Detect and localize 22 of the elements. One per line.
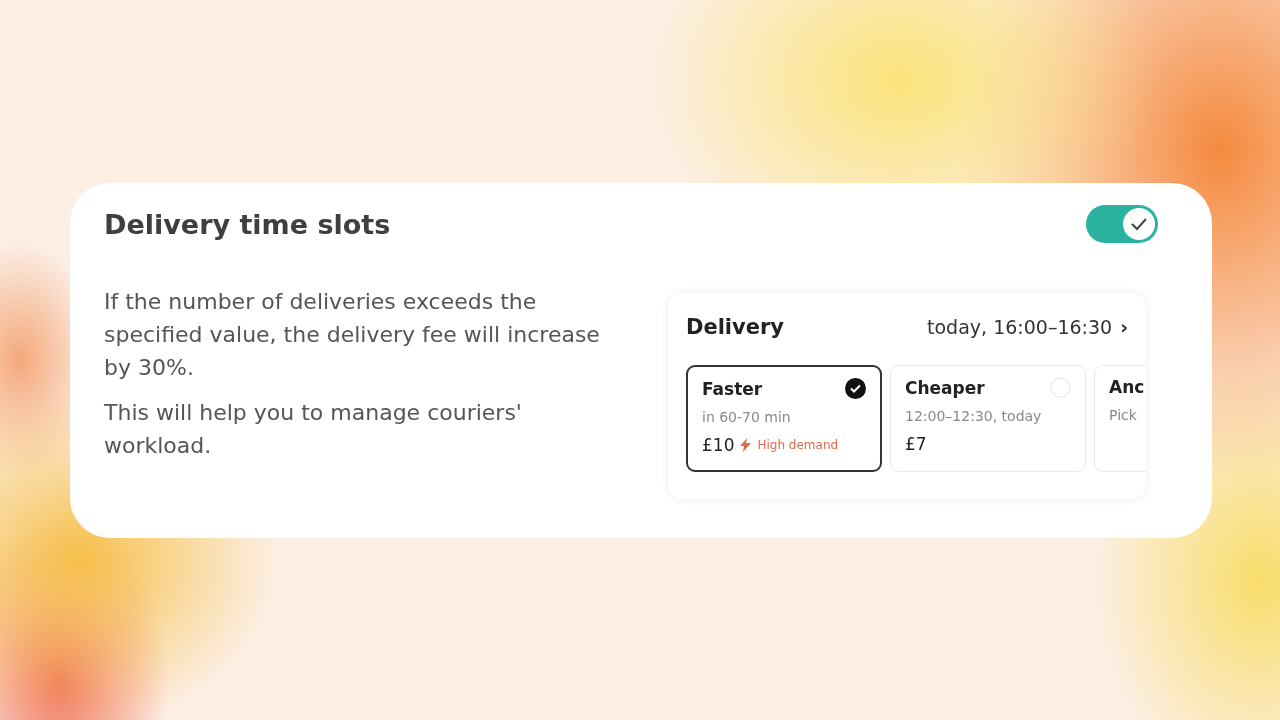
option-title: Anc	[1109, 377, 1145, 397]
delivery-option-card[interactable]: Anc Pick	[1094, 365, 1146, 472]
option-price: £10	[702, 435, 735, 455]
description-paragraph: This will help you to manage couriers' workload.	[104, 399, 523, 460]
chevron-icon[interactable]: ›	[1120, 317, 1128, 337]
option-subtitle: in 60-70 min	[702, 409, 792, 425]
option-subtitle: 12:00–12:30, today	[905, 408, 1043, 424]
description-paragraph: If the number of deliveries exceeds the specified value, the delivery fee will increase by 30%.	[104, 288, 601, 382]
option-title: Cheaper	[905, 377, 985, 398]
option-title: Faster	[702, 378, 763, 399]
toggle-switch[interactable]	[1086, 205, 1158, 243]
lightning-icon	[740, 438, 752, 452]
delivery-option-card[interactable]: Faster in 60-70 min £10 High demand	[686, 365, 882, 472]
delivery-title: Delivery	[686, 315, 785, 339]
card-title: Delivery time slots	[104, 208, 391, 240]
delivery-time[interactable]: today, 16:00–16:30	[927, 316, 1113, 338]
demand-label: High demand	[757, 438, 839, 452]
delivery-option-card[interactable]: Cheaper 12:00–12:30, today £7	[890, 365, 1086, 472]
option-price: £7	[905, 434, 927, 454]
check-icon	[1130, 217, 1148, 231]
option-subtitle: Pick	[1109, 407, 1138, 423]
check-circle-icon	[845, 378, 866, 399]
